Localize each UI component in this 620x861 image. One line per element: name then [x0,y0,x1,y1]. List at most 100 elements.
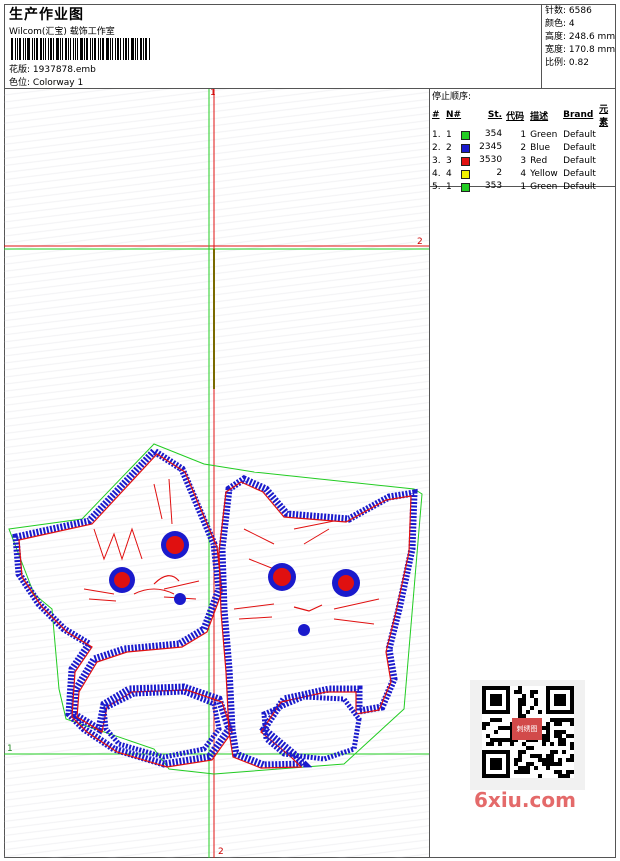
stitch-count: 3530 [479,155,503,165]
barcode-bar [84,38,86,60]
row-needle: 1 [446,181,452,192]
color-swatch [461,157,471,166]
colorway-label: 色位: [9,78,31,88]
barcode-bar [55,38,59,60]
table-row[interactable]: 4. 4 2 4 Yellow Default [432,167,616,180]
barcode-bar [80,38,84,60]
barcode-bar [120,38,122,60]
row-code: 4 [520,168,527,179]
stat-colors: 颜色: 4 [545,18,616,31]
barcode [11,38,151,60]
barcode-bar [44,38,46,60]
barcode-bar [139,38,142,60]
barcode-bar [22,38,24,60]
marker-top: 1 [210,89,216,98]
row-desc: Red [530,155,548,166]
row-index: 5. [432,181,441,192]
table-row[interactable]: 3. 3 3530 3 Red Default [432,154,616,167]
col-stitches: St. [487,110,503,120]
barcode-bar [117,38,120,60]
table-row[interactable]: 5. 1 353 1 Green Default [432,180,616,193]
row-brand: Default [563,168,596,179]
col-brand: Brand [563,110,594,120]
barcode-bar [75,38,77,60]
row-stitches: 3530 [461,154,506,167]
row-code: 2 [520,142,527,153]
left-cat-outline-blue [12,446,233,768]
barcode-bar [18,38,21,60]
row-needle: 1 [446,129,452,140]
color-swatch [461,144,471,153]
barcode-bar [115,38,117,60]
barcode-bar [100,38,102,60]
qr-badge: 刺绣图 [512,718,542,740]
barcode-bar [112,38,114,60]
row-brand: Default [563,129,596,140]
right-cat-nose [298,624,310,636]
stat-width-label: 宽度: [545,45,567,55]
embroidery-preview [4,89,429,858]
stop-sequence-table: # N# St. 代码 描述 Brand 元素 1. 1 354 1 Green Defa… [432,102,616,193]
marker-bottom: 2 [218,847,224,857]
barcode-bar [67,38,69,60]
right-cat [218,475,418,769]
table-row[interactable]: 2. 2 2345 2 Blue Default [432,141,616,154]
row-index: 4. [432,168,441,179]
barcode-bar [134,38,136,60]
barcode-bar [42,38,44,60]
barcode-bar [131,38,134,60]
row-index: 1. [432,129,441,140]
stat-height: 高度: 248.6 mm [545,31,616,44]
stitch-count: 354 [484,129,503,139]
row-element [599,128,616,141]
site-logo: 6xiu.com [474,788,576,812]
row-stitches: 353 [461,180,506,193]
barcode-bar [123,38,125,60]
stat-height-label: 高度: [545,32,567,42]
stat-scale: 比例: 0.82 [545,57,616,70]
barcode-bar [110,38,112,60]
barcode-bar [144,38,147,60]
row-index: 2. [432,142,441,153]
stat-scale-label: 比例: [545,58,567,68]
barcode-bar [33,38,35,60]
studio-name: Wilcom(汇宝) 载饰工作室 [9,27,115,37]
design-line: 花版: 1937878.emb [9,62,96,75]
colorway-line: 色位: Colorway 1 [9,75,83,88]
row-desc: Green [530,129,558,140]
barcode-bar [24,38,26,60]
row-element [599,167,616,180]
row-brand: Default [563,142,596,153]
left-cat [12,446,233,768]
stat-width-value: 170.8 mm [568,45,616,55]
barcode-bar [102,38,105,60]
barcode-bar [64,38,67,60]
design-value: 1937878.emb [32,65,96,75]
row-desc: Green [530,181,558,192]
stats-box: 针数: 6586 颜色: 4 高度: 248.6 mm 宽度: 170.8 mm… [541,4,616,89]
barcode-bar [106,38,110,60]
row-stitches: 2345 [461,141,506,154]
col-element: 元素 [599,105,609,128]
row-brand: Default [563,181,596,192]
barcode-bar [47,38,49,60]
left-cat-nose [174,593,186,605]
color-swatch [461,183,471,192]
barcode-bar [16,38,18,60]
row-needle: 2 [446,142,452,153]
table-row[interactable]: 1. 1 354 1 Green Default [432,128,616,141]
barcode-bar [11,38,13,60]
barcode-bar [86,38,89,60]
left-cat-outline-red [18,453,233,768]
barcode-bar [92,38,94,60]
row-element [599,141,616,154]
design-canvas[interactable]: 1 2 1 2 [4,89,430,858]
barcode-bar [148,38,150,60]
barcode-bar [136,38,138,60]
stat-stitches-label: 针数: [545,6,567,16]
barcode-bar [35,38,38,60]
barcode-bar [59,38,61,60]
stitch-count: 2345 [479,142,503,152]
stop-sequence-title: 停止顺序: [432,92,472,102]
barcode-bar [31,38,33,60]
